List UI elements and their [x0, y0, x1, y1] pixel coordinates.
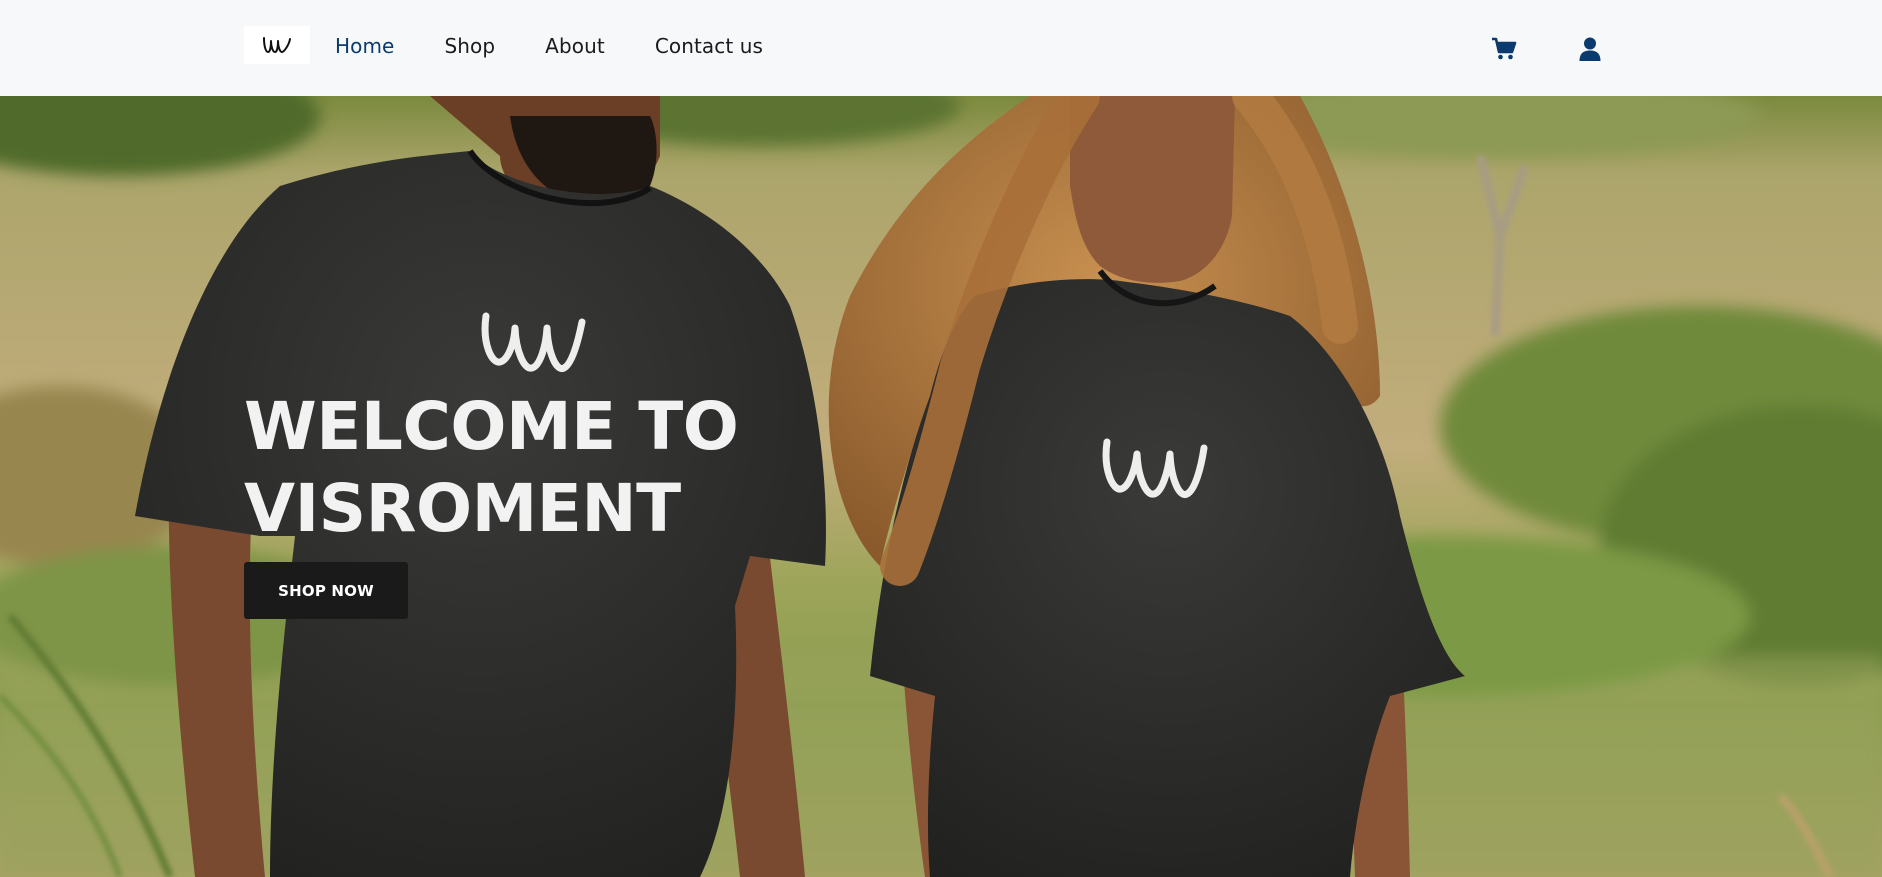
nav-link-contact[interactable]: Contact us — [655, 34, 763, 58]
hero-section: WELCOME TO VISROMENT SHOP NOW — [0, 96, 1882, 877]
hero-title: WELCOME TO VISROMENT — [244, 386, 739, 550]
vvv-logo-icon — [263, 37, 291, 54]
nav-link-home[interactable]: Home — [335, 34, 394, 58]
shop-now-button[interactable]: SHOP NOW — [244, 562, 408, 619]
logo-link[interactable] — [244, 26, 310, 64]
nav-link-shop[interactable]: Shop — [444, 34, 495, 58]
page: Home Shop About Contact us WELCOME TO VI… — [0, 0, 1882, 877]
hero-title-line2: VISROMENT — [244, 470, 681, 547]
hero-title-line1: WELCOME TO — [244, 388, 739, 465]
navbar: Home Shop About Contact us — [0, 0, 1882, 96]
user-icon[interactable] — [1577, 36, 1603, 62]
main-nav: Home Shop About Contact us — [335, 0, 813, 92]
nav-link-about[interactable]: About — [545, 34, 605, 58]
cart-icon[interactable] — [1491, 36, 1517, 62]
